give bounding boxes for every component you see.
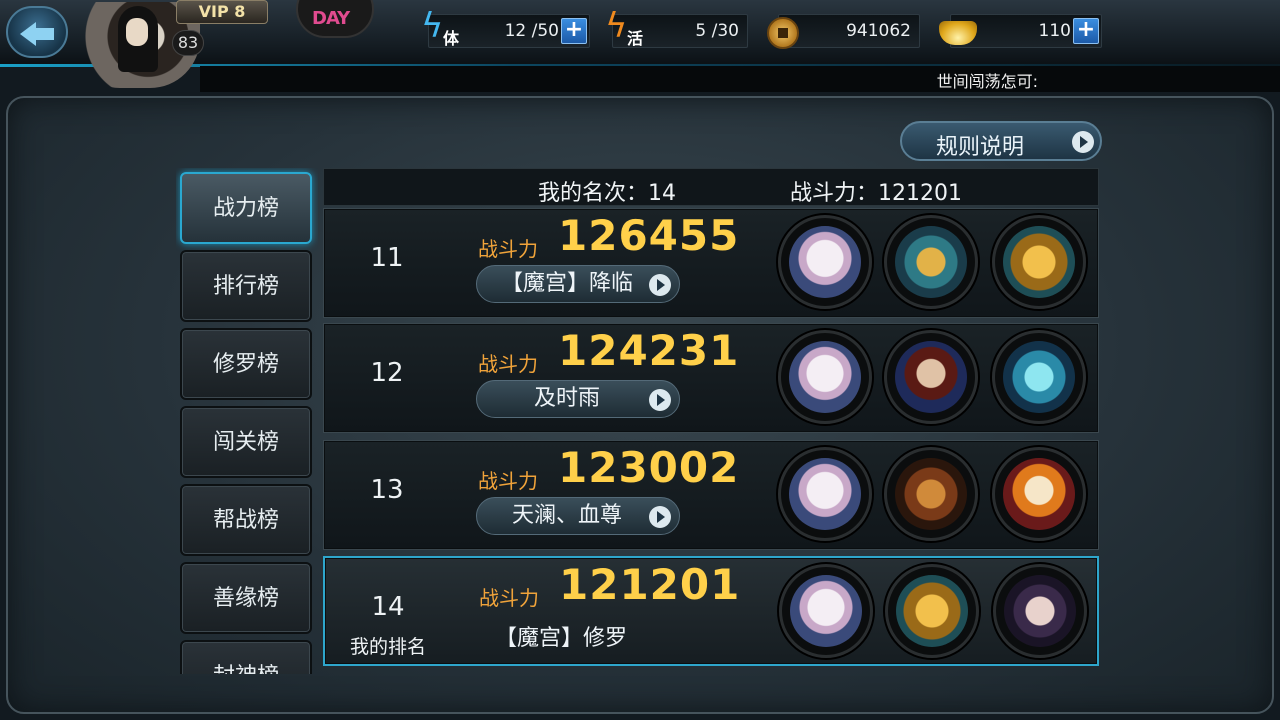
stamina-label: 体	[443, 29, 460, 48]
power-label: 战斗力	[478, 469, 538, 493]
golden-lion-portrait	[896, 575, 968, 647]
tab-deity-ranking[interactable]: 封神榜	[180, 640, 312, 674]
hero-slot[interactable]	[992, 330, 1086, 424]
tab-leaderboard[interactable]: 排行榜	[180, 250, 312, 322]
gold-plus-button[interactable]: +	[1073, 18, 1099, 44]
guild-button[interactable]: 及时雨	[476, 380, 680, 418]
vitality-label: 活	[627, 29, 644, 48]
rules-button-label: 规则说明	[936, 135, 1025, 160]
power-value: 123002	[558, 443, 740, 492]
vitality-value: 5 /30	[695, 21, 739, 41]
gold-value: 110	[1038, 21, 1071, 41]
white-haired-girl-portrait	[790, 575, 862, 647]
hero-slot[interactable]	[884, 215, 978, 309]
motto-bar	[200, 66, 1280, 92]
red-robed-warrior-portrait	[895, 341, 967, 413]
tab-karma-ranking[interactable]: 善缘榜	[180, 562, 312, 634]
hero-slot[interactable]	[778, 447, 872, 541]
stamina-value: 12 /50	[504, 21, 559, 41]
play-arrow-icon	[1072, 131, 1094, 153]
hero-slot[interactable]	[779, 564, 873, 658]
golden-helmet-warrior-portrait	[895, 226, 967, 298]
vip-badge[interactable]: VIP 8	[176, 0, 268, 24]
power-value: 121201	[559, 560, 741, 609]
white-haired-girl-portrait	[789, 341, 861, 413]
ranking-row[interactable]: 12 战斗力 124231 及时雨	[323, 323, 1099, 433]
guild-name: 及时雨	[533, 386, 600, 411]
guild-button[interactable]: 天澜、血尊	[476, 497, 680, 535]
my-power-text: 战斗力：121201	[790, 181, 962, 206]
rank-number: 12	[370, 358, 404, 388]
back-arrow-button[interactable]	[6, 6, 68, 58]
white-haired-girl-portrait	[789, 226, 861, 298]
rank-number: 13	[370, 475, 404, 505]
avatar-face	[126, 18, 148, 46]
hero-slot[interactable]	[885, 564, 979, 658]
power-label: 战斗力	[479, 586, 539, 610]
power-label: 战斗力	[478, 352, 538, 376]
hero-slot[interactable]	[778, 330, 872, 424]
copper-value: 941062	[846, 21, 911, 41]
motto-text: 世间闯荡怎可:	[936, 72, 1038, 91]
tab-power-ranking[interactable]: 战力榜	[180, 172, 312, 244]
tab-stage-ranking[interactable]: 闯关榜	[180, 406, 312, 478]
play-arrow-icon	[649, 274, 671, 296]
stamina-plus-button[interactable]: +	[561, 18, 587, 44]
power-value: 124231	[558, 326, 740, 375]
guild-name: 【魔宫】降临	[500, 271, 633, 296]
my-rank-text: 我的名次：14	[538, 181, 676, 206]
hero-slot[interactable]	[992, 215, 1086, 309]
rules-button[interactable]: 规则说明	[900, 121, 1102, 161]
vitality-resource: ϟ 活 5 /30	[605, 9, 748, 48]
power-value: 126455	[558, 211, 740, 260]
guild-button[interactable]: 【魔宫】降临	[476, 265, 680, 303]
gold-ingot-icon	[939, 21, 977, 45]
vitality-lightning-icon: ϟ	[605, 6, 628, 46]
play-arrow-icon	[649, 506, 671, 528]
ice-beast-portrait	[1003, 341, 1075, 413]
white-haired-girl-portrait	[789, 458, 861, 530]
event-badge-text: DAY	[312, 8, 350, 29]
hatted-mage-portrait	[1004, 575, 1076, 647]
hero-slot[interactable]	[992, 447, 1086, 541]
play-arrow-icon	[649, 389, 671, 411]
copper-resource: 941062	[767, 14, 920, 49]
hero-slot[interactable]	[884, 330, 978, 424]
fire-ape-portrait	[1003, 458, 1075, 530]
hero-slot[interactable]	[993, 564, 1087, 658]
ranking-row[interactable]: 11 战斗力 126455 【魔宫】降临	[323, 208, 1099, 318]
lion-demon-portrait	[895, 458, 967, 530]
rank-number: 11	[370, 243, 404, 273]
stamina-lightning-icon: ϟ	[421, 6, 444, 46]
tab-guild-war-ranking[interactable]: 帮战榜	[180, 484, 312, 556]
my-rank-label: 我的排名	[349, 636, 426, 658]
tab-asura-ranking[interactable]: 修罗榜	[180, 328, 312, 400]
power-label: 战斗力	[478, 237, 538, 261]
guild-name: 天澜、血尊	[511, 503, 622, 528]
guild-name: 【魔宫】修罗	[495, 626, 628, 651]
ranking-row[interactable]: 13 战斗力 123002 天澜、血尊	[323, 440, 1099, 550]
player-level: 83	[172, 30, 204, 56]
copper-coin-icon	[767, 17, 799, 49]
rank-number: 14	[371, 592, 405, 622]
my-ranking-row[interactable]: 14 我的排名 战斗力 121201 【魔宫】修罗	[323, 556, 1099, 666]
hero-slot[interactable]	[778, 215, 872, 309]
gold-resource: 110 +	[939, 14, 1102, 48]
ranking-tabs: 战力榜 排行榜 修罗榜 闯关榜 帮战榜 善缘榜 封神榜	[176, 168, 318, 674]
stamina-resource: ϟ 体 12 /50 +	[421, 9, 590, 48]
my-rank-summary: 我的名次：14 战斗力：121201	[323, 168, 1099, 206]
golden-lion-portrait	[1003, 226, 1075, 298]
hero-slot[interactable]	[884, 447, 978, 541]
